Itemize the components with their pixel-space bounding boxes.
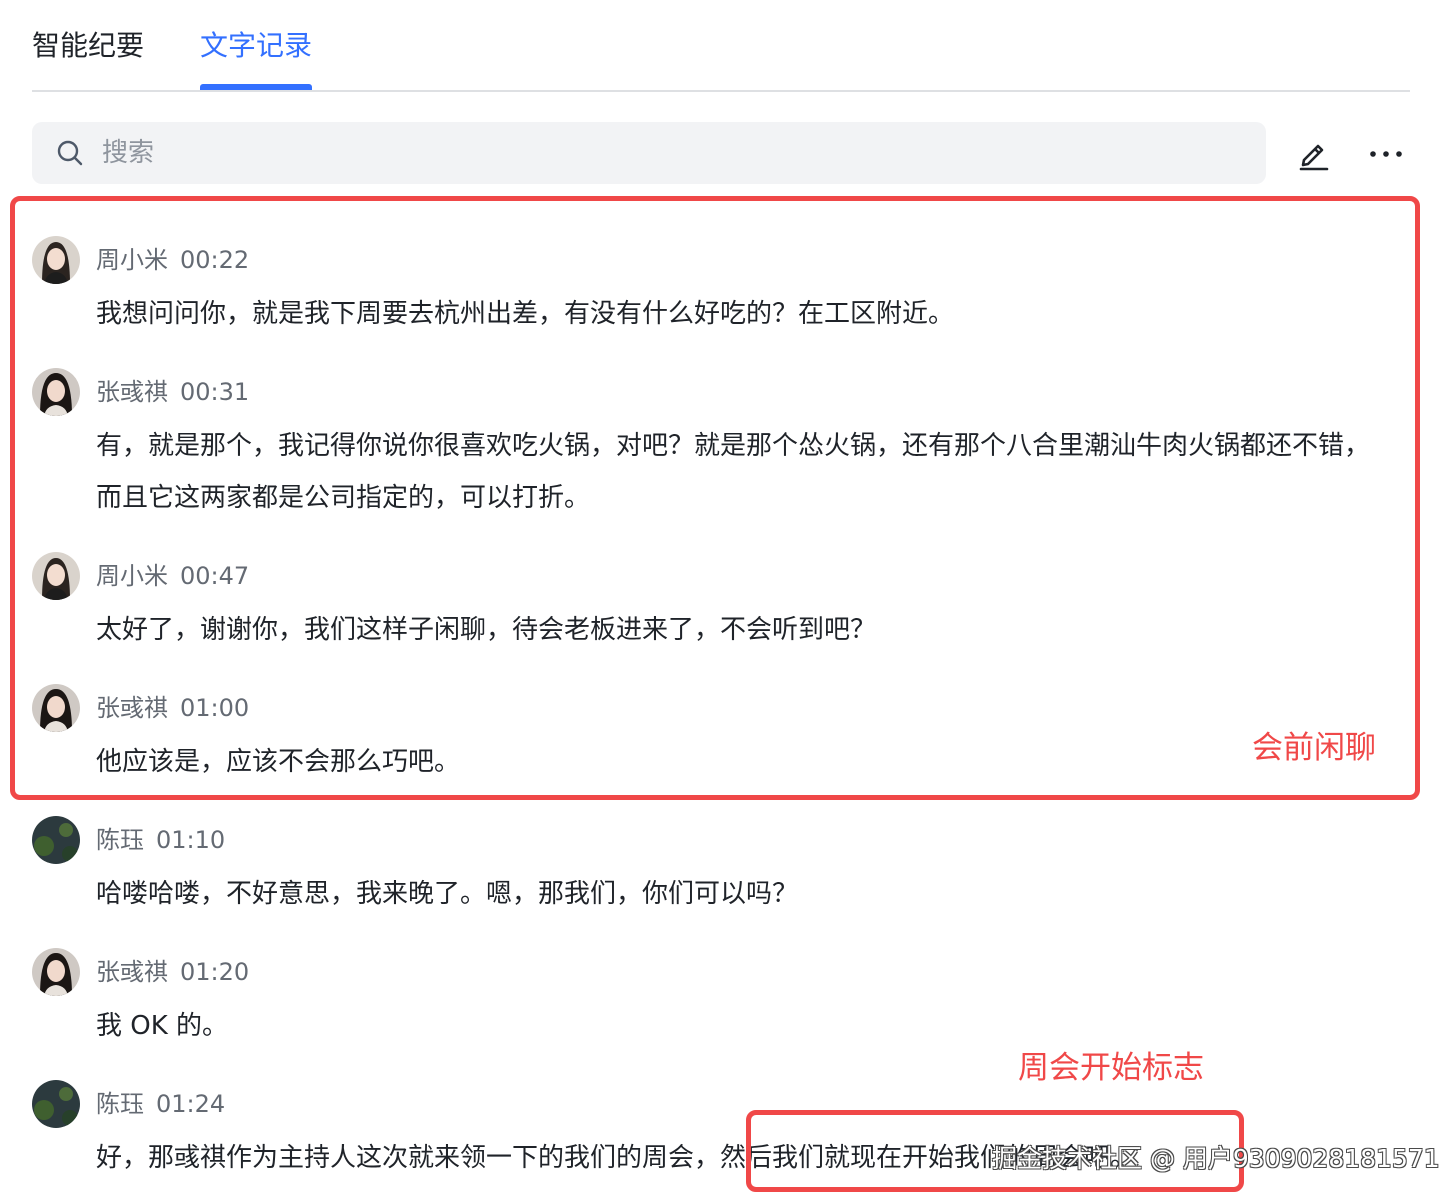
avatar[interactable] [32,1080,80,1128]
speaker-name: 陈珏 [96,1090,144,1118]
timestamp[interactable]: 00:47 [180,562,249,590]
timestamp[interactable]: 01:10 [156,826,225,854]
tab-transcript[interactable]: 文字记录 [200,28,312,64]
transcript-text: 太好了，谢谢你，我们这样子闲聊，待会老板进来了，不会听到吧？ [96,615,877,645]
transcript-text: 哈喽哈喽，不好意思，我来晚了。嗯，那我们，你们可以吗？ [96,879,799,909]
avatar[interactable] [32,552,80,600]
speaker-name: 周小米 [96,562,168,590]
avatar[interactable] [32,368,80,416]
search-input[interactable] [102,122,1242,184]
timestamp[interactable]: 00:22 [180,246,249,274]
transcript-text: 他应该是，应该不会那么巧吧。 [96,747,461,777]
tab-bar: 智能纪要 文字记录 [32,0,1410,92]
transcript-text: 我 OK 的。 [96,1011,229,1041]
avatar[interactable] [32,816,80,864]
transcript-text: 有，就是那个，我记得你说你很喜欢吃火锅，对吧？就是那个怂火锅，还有那个八合里潮汕… [96,431,1371,513]
timestamp[interactable]: 01:00 [180,694,249,722]
more-horizontal-icon[interactable] [1366,136,1406,172]
avatar[interactable] [32,236,80,284]
avatar[interactable] [32,684,80,732]
speaker-name: 陈珏 [96,826,144,854]
timestamp[interactable]: 01:20 [180,958,249,986]
speaker-name: 周小米 [96,246,168,274]
search-bar[interactable] [32,122,1266,184]
speaker-name: 张彧祺 [96,694,168,722]
speaker-name: 张彧祺 [96,958,168,986]
timestamp[interactable]: 00:31 [180,378,249,406]
search-icon [57,140,83,166]
tab-smart-summary[interactable]: 智能纪要 [32,28,144,64]
speaker-name: 张彧祺 [96,378,168,406]
pre-meeting-annotation: 会前闲聊 [1252,730,1376,766]
transcript-text: 我想问问你，就是我下周要去杭州出差，有没有什么好吃的？在工区附近。 [96,299,955,329]
watermark: 掘金技术社区 @ 用户9309028181571 [992,1144,1440,1173]
avatar[interactable] [32,948,80,996]
timestamp[interactable]: 01:24 [156,1090,225,1118]
meeting-start-annotation: 周会开始标志 [1018,1050,1204,1086]
active-tab-indicator [200,84,312,90]
pencil-icon[interactable] [1296,136,1332,172]
